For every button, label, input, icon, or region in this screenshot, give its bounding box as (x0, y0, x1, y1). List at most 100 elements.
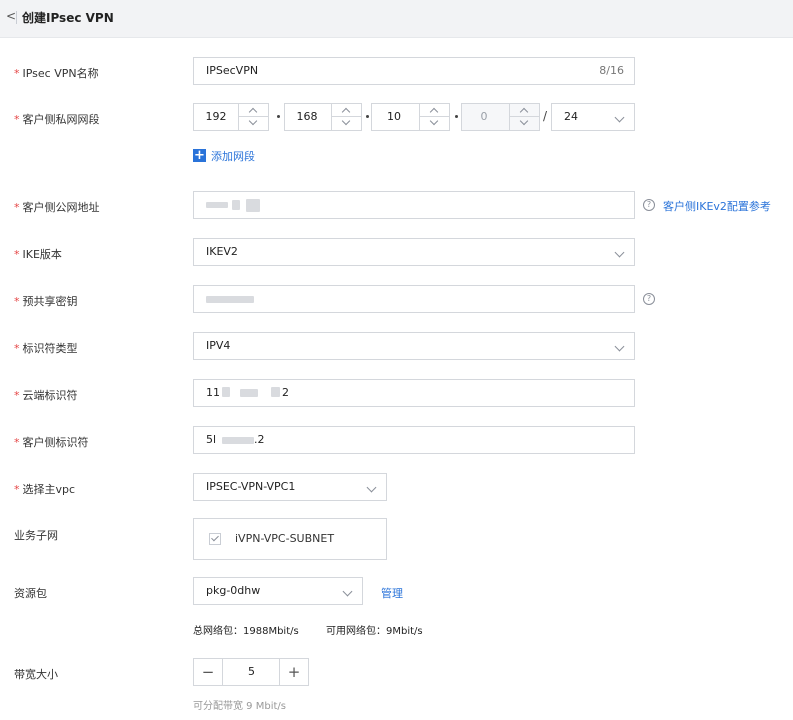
octet-1-decrement[interactable] (239, 116, 268, 130)
ike-version-select[interactable]: IKEV2 (193, 238, 635, 266)
octet-2-spin (331, 104, 361, 130)
identifier-type-select[interactable]: IPV4 (193, 332, 635, 360)
required-mark: * (14, 295, 20, 308)
chevron-down-icon (342, 586, 353, 597)
chevron-left-icon[interactable]: < (6, 9, 16, 23)
total-package-label: 总网络包： (193, 626, 243, 637)
required-mark: * (14, 389, 20, 402)
bandwidth-label: 带宽大小 (14, 668, 58, 681)
vpn-name-label-text: IPsec VPN名称 (22, 67, 99, 80)
ike-version-value: IKEV2 (206, 245, 238, 258)
required-mark: * (14, 201, 20, 214)
prefix-separator: / (543, 109, 548, 123)
chevron-up-icon (341, 107, 351, 117)
required-mark: * (14, 248, 20, 261)
client-public-ip-label-text: 客户侧公网地址 (22, 201, 100, 214)
octet-4-stepper: 0 (461, 103, 540, 131)
octet-2-increment[interactable] (332, 104, 361, 117)
pre-shared-key-label-text: 预共享密钥 (22, 295, 78, 308)
required-mark: * (14, 483, 20, 496)
client-public-ip-input[interactable] (193, 191, 635, 219)
subnet-option-label[interactable]: iVPN-VPC-SUBNET (235, 532, 334, 545)
header-divider (16, 11, 17, 24)
octet-3-decrement[interactable] (420, 116, 449, 130)
octet-2-decrement[interactable] (332, 116, 361, 130)
prefix-select[interactable]: 24 (551, 103, 635, 131)
octet-3-stepper[interactable]: 10 (371, 103, 450, 131)
prefix-value: 24 (564, 110, 578, 123)
total-package-value: 1988Mbit/s (243, 626, 299, 637)
octet-2-value: 168 (296, 110, 318, 123)
chevron-down-icon (341, 116, 351, 126)
octet-3-increment[interactable] (420, 104, 449, 117)
octet-1-stepper[interactable]: 192 (193, 103, 269, 131)
chevron-down-icon (519, 116, 529, 126)
octet-dot-3 (455, 115, 458, 118)
page-header: < 创建IPsec VPN (0, 0, 793, 38)
subnet-checkbox[interactable] (209, 533, 221, 545)
octet-1-increment[interactable] (239, 104, 268, 117)
business-subnet-list: iVPN-VPC-SUBNET (193, 518, 387, 560)
octet-4-spin (509, 104, 539, 130)
pre-shared-key-input[interactable] (193, 285, 635, 313)
cloud-identifier-value-suffix: 2 (282, 386, 289, 399)
main-vpc-label-text: 选择主vpc (22, 483, 76, 496)
main-vpc-value: IPSEC-VPN-VPC1 (206, 480, 296, 493)
available-package-info: 可用网络包：9Mbit/s (326, 622, 423, 637)
bandwidth-decrement-button[interactable]: − (194, 659, 223, 685)
bandwidth-value[interactable]: 5 (223, 659, 280, 685)
client-identifier-label: * 客户侧标识符 (14, 434, 89, 450)
client-identifier-value-suffix: .2 (254, 433, 265, 446)
total-package-info: 总网络包：1988Mbit/s (193, 622, 299, 637)
resource-package-select[interactable]: pkg-0dhw (193, 577, 363, 605)
octet-3-value: 10 (387, 110, 401, 123)
client-identifier-label-text: 客户侧标识符 (22, 436, 89, 449)
plus-square-icon: + (193, 148, 206, 163)
chevron-down-icon (429, 116, 439, 126)
chevron-down-icon (614, 247, 625, 258)
redacted-value (246, 199, 260, 212)
octet-4-decrement (510, 116, 539, 130)
redacted-value (206, 296, 254, 303)
chevron-down-icon (248, 116, 258, 126)
identifier-type-label-text: 标识符类型 (22, 342, 78, 355)
vpn-name-input[interactable]: IPSecVPN 8/16 (193, 57, 635, 85)
bandwidth-hint: 可分配带宽 9 Mbit/s (193, 701, 286, 712)
cloud-identifier-label: * 云端标识符 (14, 387, 78, 403)
client-private-segment-label: * 客户侧私网网段 (14, 111, 100, 127)
redacted-value (222, 387, 230, 397)
required-mark: * (14, 342, 20, 355)
client-private-segment-label-text: 客户侧私网网段 (22, 113, 100, 126)
octet-2-stepper[interactable]: 168 (284, 103, 362, 131)
chevron-down-icon (614, 112, 625, 123)
octet-dot-2 (366, 115, 369, 118)
required-mark: * (14, 67, 20, 80)
client-public-ip-label: * 客户侧公网地址 (14, 199, 100, 215)
available-package-value: 9Mbit/s (386, 626, 423, 637)
add-segment-label: 添加网段 (211, 150, 255, 163)
client-identifier-value-prefix: 5l (206, 433, 217, 446)
chevron-down-icon (366, 482, 377, 493)
cloud-identifier-input[interactable]: 11 2 (193, 379, 635, 407)
question-circle-icon[interactable]: ? (643, 293, 655, 305)
page-title: 创建IPsec VPN (22, 11, 114, 25)
available-package-label: 可用网络包： (326, 626, 386, 637)
identifier-type-label: * 标识符类型 (14, 340, 78, 356)
pre-shared-key-label: * 预共享密钥 (14, 293, 78, 309)
octet-4-value: 0 (480, 110, 488, 123)
client-ikev2-config-link[interactable]: 客户侧IKEv2配置参考 (663, 198, 771, 214)
question-circle-icon[interactable]: ? (643, 199, 655, 211)
redacted-value (232, 200, 240, 210)
vpn-name-value: IPSecVPN (206, 64, 259, 77)
vpn-name-counter: 8/16 (599, 64, 624, 77)
bandwidth-increment-button[interactable]: + (279, 659, 308, 685)
main-vpc-select[interactable]: IPSEC-VPN-VPC1 (193, 473, 387, 501)
business-subnet-label: 业务子网 (14, 529, 58, 542)
required-mark: * (14, 113, 20, 126)
redacted-value (206, 202, 228, 208)
chevron-down-icon (614, 341, 625, 352)
client-identifier-input[interactable]: 5l .2 (193, 426, 635, 454)
octet-1-spin (238, 104, 268, 130)
cloud-identifier-value-prefix: 11 (206, 386, 220, 399)
manage-link[interactable]: 管理 (381, 585, 403, 601)
